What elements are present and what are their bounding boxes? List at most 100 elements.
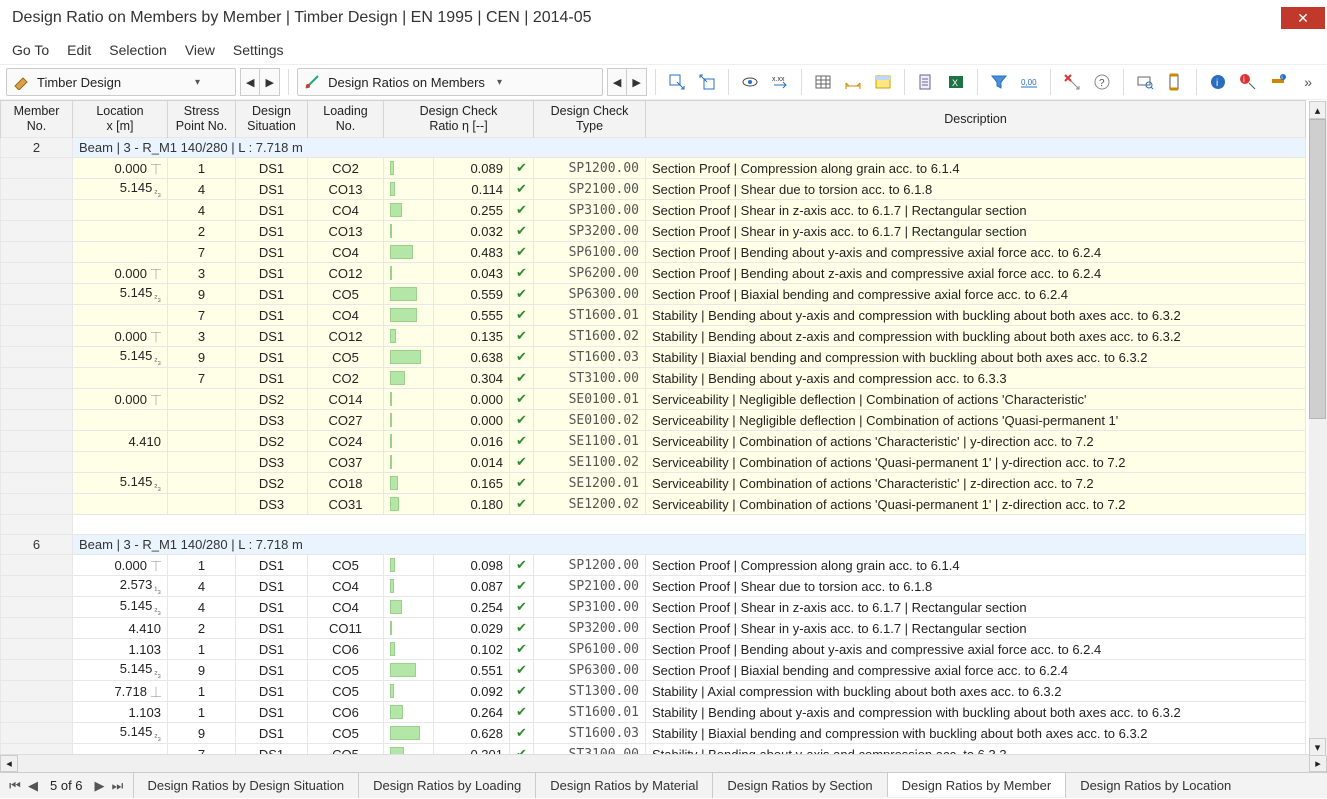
bottom-tabs: ⏮ ◀ 5 of 6 ▶ ⏭ Design Ratios by Design S… <box>0 772 1327 798</box>
table-row[interactable]: DS3CO310.180✔SE1200.02Serviceability | C… <box>1 494 1306 515</box>
table-row[interactable]: 1.1031DS1CO60.102✔SP6100.00Section Proof… <box>1 639 1306 660</box>
menu-settings[interactable]: Settings <box>233 42 284 58</box>
horizontal-scrollbar[interactable]: ◂ ▸ <box>0 754 1327 772</box>
pager-next[interactable]: ▶ <box>93 778 107 794</box>
close-button[interactable]: ✕ <box>1281 7 1325 29</box>
tab-1[interactable]: Design Ratios by Loading <box>358 773 535 798</box>
table-row[interactable]: 7DS1CO20.304✔ST3100.00Stability | Bendin… <box>1 368 1306 389</box>
menu-selection[interactable]: Selection <box>109 42 167 58</box>
table-row[interactable]: 7DS1CO40.555✔ST1600.01Stability | Bendin… <box>1 305 1306 326</box>
toolbar: Timber Design ▾ ◀ ▶ Design Ratios on Mem… <box>0 64 1327 100</box>
tool-report[interactable] <box>913 68 939 96</box>
svg-text:i: i <box>1243 75 1245 84</box>
svg-text:0,00: 0,00 <box>1021 78 1037 87</box>
menu-view[interactable]: View <box>185 42 215 58</box>
table-row[interactable]: 2.573¹₃4DS1CO40.087✔SP2100.00Section Pro… <box>1 576 1306 597</box>
addon-combo[interactable]: Timber Design ▾ <box>6 68 236 96</box>
scroll-up[interactable]: ▴ <box>1309 101 1326 119</box>
table-row[interactable]: 0.000⏉DS2CO140.000✔SE0100.01Serviceabili… <box>1 389 1306 410</box>
tool-find[interactable] <box>1132 68 1158 96</box>
pager: ⏮ ◀ 5 of 6 ▶ ⏭ <box>0 773 133 798</box>
tool-delete[interactable] <box>1059 68 1085 96</box>
svg-text:x.xx: x.xx <box>772 76 785 83</box>
table-row[interactable]: 5.145²₃DS2CO180.165✔SE1200.01Serviceabil… <box>1 473 1306 494</box>
title-bar: Design Ratio on Members by Member | Timb… <box>0 0 1327 36</box>
results-grid[interactable]: MemberNo. Locationx [m] StressPoint No. … <box>0 100 1306 754</box>
table-combo[interactable]: Design Ratios on Members ▾ <box>297 68 603 96</box>
tool-filter[interactable] <box>986 68 1012 96</box>
table-row[interactable]: DS3CO370.014✔SE1100.02Serviceability | C… <box>1 452 1306 473</box>
svg-text:?: ? <box>1099 78 1105 89</box>
tool-section[interactable] <box>1162 68 1188 96</box>
vertical-scrollbar[interactable]: ▴ ▾ <box>1309 101 1327 756</box>
tool-decimal[interactable]: x.xx <box>767 68 793 96</box>
ratio-icon <box>304 74 320 90</box>
tool-view-eye[interactable] <box>737 68 763 96</box>
scroll-down[interactable]: ▾ <box>1309 738 1326 756</box>
tab-3[interactable]: Design Ratios by Section <box>712 773 886 798</box>
tab-5[interactable]: Design Ratios by Location <box>1065 773 1245 798</box>
table-row[interactable]: DS3CO270.000✔SE0100.02Serviceability | N… <box>1 410 1306 431</box>
table-row[interactable]: 7DS1CO50.301✔ST3100.00Stability | Bendin… <box>1 744 1306 755</box>
tool-select-out[interactable] <box>694 68 720 96</box>
svg-text:i: i <box>1216 78 1218 89</box>
grid-header: MemberNo. Locationx [m] StressPoint No. … <box>1 101 1306 138</box>
tab-0[interactable]: Design Ratios by Design Situation <box>133 773 359 798</box>
addon-combo-text: Timber Design <box>35 75 185 90</box>
table-row[interactable]: 0.000⏉3DS1CO120.135✔ST1600.02Stability |… <box>1 326 1306 347</box>
scroll-right[interactable]: ▸ <box>1309 755 1327 772</box>
table-row[interactable]: 0.000⏉1DS1CO20.089✔SP1200.00Section Proo… <box>1 158 1306 179</box>
addon-next[interactable]: ▶ <box>260 68 280 96</box>
addon-prev[interactable]: ◀ <box>240 68 260 96</box>
group-header[interactable]: 6Beam | 3 - R_M1 140/280 | L : 7.718 m <box>1 535 1306 555</box>
table-row[interactable]: 5.145²₃4DS1CO130.114✔SP2100.00Section Pr… <box>1 179 1306 200</box>
tool-highlight[interactable] <box>870 68 896 96</box>
tab-4[interactable]: Design Ratios by Member <box>887 772 1066 797</box>
tool-grid[interactable] <box>810 68 836 96</box>
table-row[interactable]: 5.145²₃4DS1CO40.254✔SP3100.00Section Pro… <box>1 597 1306 618</box>
table-row[interactable]: 5.145²₃9DS1CO50.559✔SP6300.00Section Pro… <box>1 284 1306 305</box>
table-combo-text: Design Ratios on Members <box>326 75 487 90</box>
table-row[interactable]: 2DS1CO130.032✔SP3200.00Section Proof | S… <box>1 221 1306 242</box>
tool-excel[interactable]: X <box>943 68 969 96</box>
table-row[interactable]: 5.145²₃9DS1CO50.551✔SP6300.00Section Pro… <box>1 660 1306 681</box>
tab-2[interactable]: Design Ratios by Material <box>535 773 712 798</box>
table-row[interactable]: 0.000⏉3DS1CO120.043✔SP6200.00Section Pro… <box>1 263 1306 284</box>
menu-goto[interactable]: Go To <box>12 42 49 58</box>
tool-info-section[interactable]: i <box>1265 68 1291 96</box>
table-row[interactable]: 4.4102DS1CO110.029✔SP3200.00Section Proo… <box>1 618 1306 639</box>
timber-icon <box>13 74 29 90</box>
tool-info-red[interactable]: i <box>1235 68 1261 96</box>
table-row[interactable]: 4DS1CO40.255✔SP3100.00Section Proof | Sh… <box>1 200 1306 221</box>
table-row[interactable]: 0.000⏉1DS1CO50.098✔SP1200.00Section Proo… <box>1 555 1306 576</box>
table-row[interactable]: 5.145²₃9DS1CO50.628✔ST1600.03Stability |… <box>1 723 1306 744</box>
dropdown-icon: ▾ <box>191 77 204 88</box>
table-row[interactable]: 1.1031DS1CO60.264✔ST1600.01Stability | B… <box>1 702 1306 723</box>
scroll-thumb[interactable] <box>1309 119 1326 419</box>
table-row[interactable]: 7DS1CO40.483✔SP6100.00Section Proof | Be… <box>1 242 1306 263</box>
menu-bar: Go To Edit Selection View Settings <box>0 36 1327 64</box>
table-prev[interactable]: ◀ <box>607 68 627 96</box>
dropdown-icon: ▾ <box>493 77 506 88</box>
tool-measure[interactable] <box>840 68 866 96</box>
table-row[interactable]: 5.145²₃9DS1CO50.638✔ST1600.03Stability |… <box>1 347 1306 368</box>
tool-select-in[interactable] <box>664 68 690 96</box>
pager-last[interactable]: ⏭ <box>111 778 125 794</box>
group-header[interactable]: 2Beam | 3 - R_M1 140/280 | L : 7.718 m <box>1 138 1306 158</box>
tool-help[interactable]: ? <box>1089 68 1115 96</box>
grid-wrap: MemberNo. Locationx [m] StressPoint No. … <box>0 100 1327 754</box>
table-row[interactable]: 7.718⏊1DS1CO50.092✔ST1300.00Stability | … <box>1 681 1306 702</box>
svg-text:i: i <box>1282 75 1283 81</box>
table-next[interactable]: ▶ <box>627 68 647 96</box>
window-title: Design Ratio on Members by Member | Timb… <box>12 9 592 27</box>
tool-precision[interactable]: 0,00 <box>1016 68 1042 96</box>
scroll-left[interactable]: ◂ <box>0 755 18 772</box>
table-row[interactable]: 4.410DS2CO240.016✔SE1100.01Serviceabilit… <box>1 431 1306 452</box>
pager-prev[interactable]: ◀ <box>26 778 40 794</box>
tool-info-blue[interactable]: i <box>1205 68 1231 96</box>
pager-first[interactable]: ⏮ <box>8 778 22 794</box>
svg-text:X: X <box>952 78 958 88</box>
tool-more[interactable]: » <box>1295 68 1321 96</box>
menu-edit[interactable]: Edit <box>67 42 91 58</box>
pager-text: 5 of 6 <box>44 778 89 793</box>
